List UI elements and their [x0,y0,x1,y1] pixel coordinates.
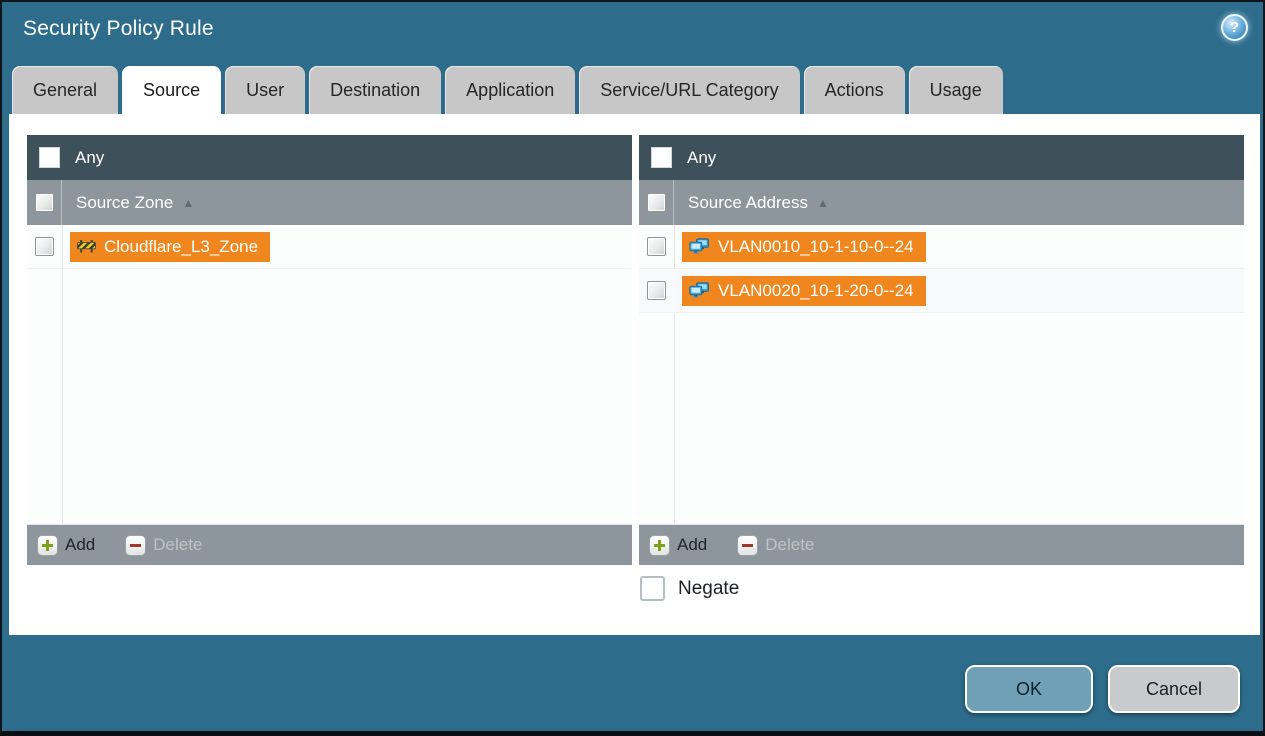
tab-actions[interactable]: Actions [803,66,905,114]
delete-button-label: Delete [153,535,203,554]
address-chip[interactable]: VLAN0010_10-1-10-0--24 [682,231,926,262]
sort-ascending-icon: ▲ [182,195,195,210]
negate-checkbox[interactable] [640,576,665,601]
source-zone-select-all-cell [27,180,62,225]
source-zone-column-header[interactable]: Source Zone ▲ [27,180,632,225]
network-hosts-icon [689,282,709,298]
tab-usage[interactable]: Usage [908,66,1003,114]
source-address-delete-button[interactable]: Delete [737,534,815,556]
tab-destination[interactable]: Destination [309,66,442,114]
ok-button[interactable]: OK [965,665,1093,713]
source-address-add-button[interactable]: Add [649,534,708,556]
zone-chip-label: Cloudflare_L3_Zone [104,236,259,256]
source-zone-select-all-checkbox[interactable] [34,193,54,212]
checkbox-column-divider [62,225,63,524]
delete-button-label: Delete [765,535,815,554]
tab-general[interactable]: General [12,66,119,114]
source-address-header-label: Source Address [688,192,809,212]
add-button-label: Add [677,535,708,554]
help-icon[interactable]: ? [1221,14,1248,41]
source-zone-list: Cloudflare_L3_Zone [27,225,632,525]
source-zone-add-button[interactable]: Add [37,534,96,556]
sort-ascending-icon: ▲ [817,195,829,210]
source-address-select-all-checkbox[interactable] [646,193,666,212]
source-address-any-row: Any [639,135,1244,180]
add-button-label: Add [65,535,96,554]
source-tab-content: Any Source Zone ▲ Cloudflare_L3_Zone Add… [9,114,1260,635]
tab-user[interactable]: User [225,66,306,114]
tab-source[interactable]: Source [122,66,222,117]
source-address-any-label: Any [687,147,717,167]
zone-chip[interactable]: Cloudflare_L3_Zone [70,231,271,262]
source-address-any-checkbox[interactable] [651,147,672,168]
source-address-footer: Add Delete [639,525,1244,565]
tab-bar: General Source User Destination Applicat… [12,66,1003,117]
cancel-button[interactable]: Cancel [1108,665,1240,713]
negate-option: Negate [640,576,739,601]
address-chip[interactable]: VLAN0020_10-1-20-0--24 [682,275,926,306]
source-address-row-checkbox-1[interactable] [646,237,666,256]
source-zone-any-row: Any [27,135,632,180]
zone-barricade-icon [77,240,96,253]
source-address-select-all-cell [639,180,674,225]
source-address-row[interactable]: VLAN0010_10-1-10-0--24 [639,225,1244,269]
row-checkbox-cell [27,225,62,268]
security-policy-rule-dialog: { "window": { "title": "Security Policy … [0,0,1265,736]
source-address-row-checkbox-2[interactable] [646,281,666,300]
row-checkbox-cell [639,225,674,268]
source-address-column-header[interactable]: Source Address ▲ [639,180,1244,225]
address-chip-label: VLAN0010_10-1-10-0--24 [718,236,914,256]
tab-service-url-category[interactable]: Service/URL Category [579,66,800,114]
source-address-row[interactable]: VLAN0020_10-1-20-0--24 [639,269,1244,313]
negate-label: Negate [678,577,740,599]
source-address-panel: Any Source Address ▲ VLAN0010_10-1-10-0-… [639,135,1244,565]
add-plus-icon [37,534,58,556]
source-zone-panel: Any Source Zone ▲ Cloudflare_L3_Zone Add… [27,135,632,565]
delete-minus-icon [125,534,147,556]
delete-minus-icon [737,534,759,556]
source-zone-row[interactable]: Cloudflare_L3_Zone [27,225,632,269]
source-zone-any-checkbox[interactable] [39,147,60,168]
source-zone-footer: Add Delete [27,525,632,565]
address-chip-label: VLAN0020_10-1-20-0--24 [718,280,914,300]
source-zone-delete-button[interactable]: Delete [125,534,203,556]
tab-application[interactable]: Application [445,66,576,114]
network-hosts-icon [689,238,709,254]
source-zone-header-label: Source Zone [76,192,174,212]
source-zone-any-label: Any [75,147,105,167]
source-zone-row-checkbox[interactable] [34,237,54,256]
add-plus-icon [649,534,670,556]
source-address-list: VLAN0010_10-1-10-0--24 VLAN0020_10-1-20-… [639,225,1244,525]
title-bar: Security Policy Rule ? [2,2,1263,64]
dialog-title: Security Policy Rule [23,17,214,40]
row-checkbox-cell [639,269,674,312]
